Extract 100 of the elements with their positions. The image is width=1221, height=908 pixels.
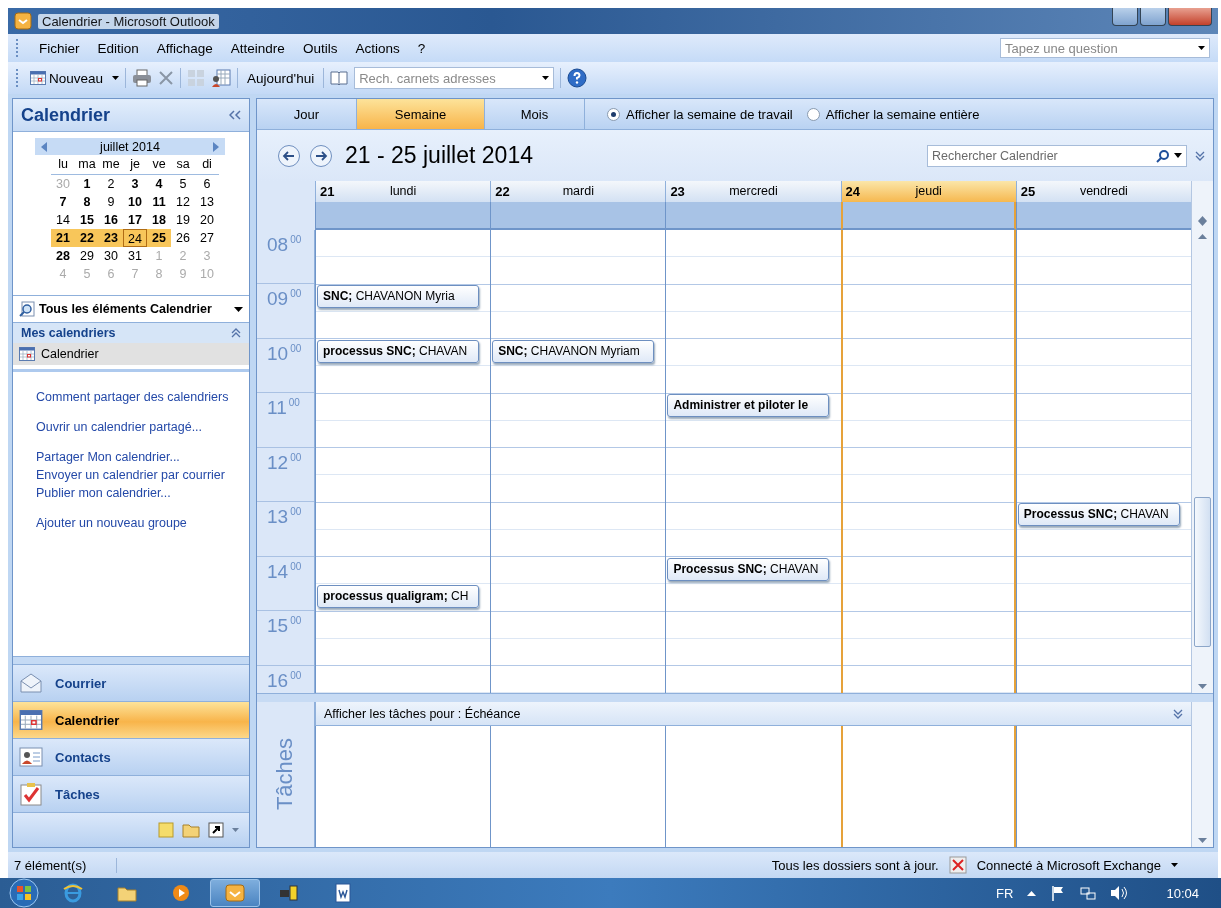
shortcut-icon[interactable] <box>208 822 224 838</box>
appointment[interactable]: Processus SNC; CHAVAN <box>1017 503 1180 527</box>
link[interactable]: Comment partager des calendriers <box>36 390 249 404</box>
all-day-cell[interactable] <box>665 201 841 230</box>
date-cell[interactable]: 28 <box>51 247 75 265</box>
delete-icon[interactable] <box>158 70 175 86</box>
date-cell[interactable]: 13 <box>195 193 219 211</box>
date-cell[interactable]: 9 <box>99 193 123 211</box>
show-hidden-icon[interactable] <box>1027 890 1037 896</box>
date-cell[interactable]: 1 <box>75 175 99 193</box>
date-cell[interactable]: 26 <box>171 229 195 247</box>
menu-item[interactable]: ? <box>417 40 426 56</box>
today-button[interactable]: Aujourd'hui <box>244 68 318 88</box>
menu-item[interactable]: Edition <box>97 40 139 56</box>
all-day-cell[interactable] <box>1015 201 1191 230</box>
day-header[interactable]: 21 lundi <box>315 180 491 202</box>
forward-button[interactable] <box>309 143 333 168</box>
expand-icon[interactable] <box>1195 150 1205 161</box>
radio-option[interactable]: Afficher la semaine entière <box>806 106 980 122</box>
date-cell[interactable]: 30 <box>99 247 123 265</box>
date-cell[interactable]: 21 <box>51 229 75 247</box>
task-cell[interactable] <box>665 726 841 847</box>
calendar-list-item[interactable]: Calendrier <box>13 343 249 365</box>
date-cell[interactable]: 3 <box>123 175 147 193</box>
nav-button[interactable]: Calendrier <box>13 702 249 739</box>
task-cell[interactable] <box>1015 726 1191 847</box>
caret-icon[interactable] <box>1171 863 1178 867</box>
scroll-down-icon[interactable] <box>1198 838 1207 843</box>
day-column[interactable]: SNC; CHAVANON Myriam <box>490 229 666 694</box>
connection-status[interactable]: Connecté à Microsoft Exchange <box>976 857 1161 873</box>
back-button[interactable] <box>277 143 301 168</box>
date-cell[interactable]: 14 <box>51 211 75 229</box>
scrollbar[interactable] <box>1191 702 1213 847</box>
help-icon[interactable] <box>567 68 588 88</box>
date-cell[interactable]: 2 <box>99 175 123 193</box>
date-cell[interactable]: 29 <box>75 247 99 265</box>
link[interactable]: Envoyer un calendrier par courrier <box>36 468 249 482</box>
date-cell[interactable]: 8 <box>75 193 99 211</box>
language-indicator[interactable]: FR <box>996 885 1014 901</box>
day-header[interactable]: 22 mardi <box>490 180 666 202</box>
link[interactable]: Ajouter un nouveau groupe <box>36 516 249 530</box>
volume-icon[interactable] <box>1110 885 1129 901</box>
appointment[interactable]: Administrer et piloter le <box>667 394 830 418</box>
help-search-field[interactable]: Tapez une question <box>1000 38 1210 58</box>
appointment[interactable]: SNC; CHAVANON Myriam <box>492 339 655 363</box>
caret-icon[interactable] <box>542 76 550 80</box>
calendar-person-icon[interactable] <box>211 69 232 87</box>
scroll-down-icon[interactable] <box>1198 220 1207 226</box>
menu-item[interactable]: Fichier <box>39 40 80 56</box>
expand-icon[interactable] <box>1173 708 1183 719</box>
date-cell[interactable]: 7 <box>51 193 75 211</box>
caret-icon[interactable] <box>234 306 243 312</box>
appointment[interactable]: Processus SNC; CHAVAN <box>667 557 830 581</box>
date-cell[interactable]: 15 <box>75 211 99 229</box>
date-cell[interactable]: 19 <box>171 211 195 229</box>
scrollbar[interactable] <box>1191 229 1213 694</box>
clock[interactable]: 10:04 <box>1166 885 1199 901</box>
new-button[interactable]: Nouveau <box>27 68 107 88</box>
day-column[interactable]: Processus SNC; CHAVAN <box>1015 229 1191 694</box>
maximize-button[interactable] <box>1140 8 1166 26</box>
date-cell[interactable]: 24 <box>123 229 147 247</box>
radio-option[interactable]: Afficher la semaine de travail <box>607 106 793 122</box>
date-cell[interactable]: 5 <box>171 175 195 193</box>
address-book-icon[interactable] <box>330 70 349 86</box>
all-day-cell[interactable] <box>490 201 666 230</box>
link[interactable]: Ouvrir un calendrier partagé... <box>36 420 249 434</box>
scroll-up-icon[interactable] <box>1198 215 1207 221</box>
previous-month-icon[interactable] <box>41 141 47 152</box>
date-cell[interactable]: 25 <box>147 229 171 247</box>
date-cell[interactable]: 22 <box>75 229 99 247</box>
date-cell[interactable]: 27 <box>195 229 219 247</box>
menu-item[interactable]: Atteindre <box>230 40 285 56</box>
minimize-button[interactable] <box>1112 8 1138 26</box>
view-tab[interactable]: Mois <box>485 99 585 130</box>
all-day-cell[interactable] <box>840 201 1016 230</box>
filter-dropdown[interactable]: Tous les éléments Calendrier <box>13 295 249 323</box>
nav-button[interactable]: Courrier <box>13 665 249 702</box>
address-search-field[interactable]: Rech. carnets adresses <box>354 67 555 89</box>
network-icon[interactable] <box>1080 885 1097 901</box>
date-cell[interactable]: 10 <box>123 193 147 211</box>
view-tab[interactable]: Semaine <box>357 99 485 130</box>
collapse-icon[interactable] <box>231 328 241 338</box>
appointment[interactable]: processus qualigram; CH <box>317 585 479 609</box>
date-cell[interactable]: 12 <box>171 193 195 211</box>
collapse-icon[interactable] <box>229 110 241 120</box>
date-cell[interactable]: 16 <box>99 211 123 229</box>
close-button[interactable] <box>1168 8 1212 26</box>
task-cell[interactable] <box>315 726 491 847</box>
day-column[interactable]: SNC; CHAVANON Myria processus SNC; CHAVAN processus qualigram; CH <box>315 229 491 694</box>
date-cell[interactable]: 23 <box>99 229 123 247</box>
date-cell[interactable]: 4 <box>147 175 171 193</box>
link[interactable]: Partager Mon calendrier... <box>36 450 249 464</box>
print-icon[interactable] <box>132 69 153 87</box>
caret-icon[interactable] <box>1198 46 1205 50</box>
menu-item[interactable]: Affichage <box>156 40 213 56</box>
scroll-down-icon[interactable] <box>1198 684 1207 690</box>
nav-button[interactable]: Contacts <box>13 739 249 776</box>
day-column[interactable] <box>840 229 1016 694</box>
calendar-search-field[interactable]: Rechercher Calendrier <box>927 144 1187 167</box>
date-cell[interactable]: 18 <box>147 211 171 229</box>
